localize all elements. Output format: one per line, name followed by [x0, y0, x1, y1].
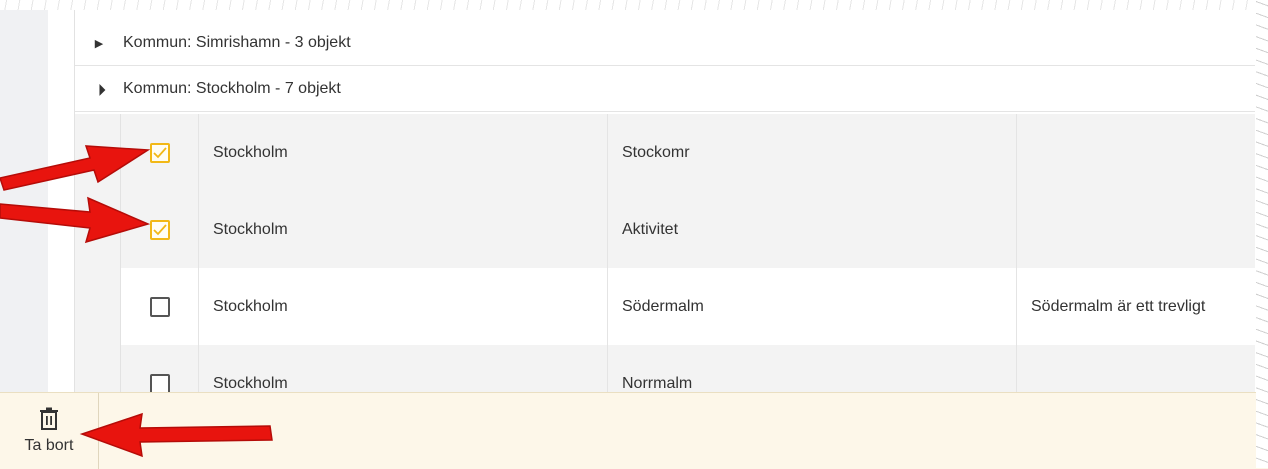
delete-button-label: Ta bort [24, 437, 74, 454]
annotation-arrow-2 [0, 196, 151, 244]
cell-description: Södermalm är ett trevligt [1031, 297, 1206, 315]
annotation-arrow-3 [79, 412, 273, 458]
group-row-simrishamn[interactable]: ▶ Kommun: Simrishamn - 3 objekt [75, 21, 1255, 66]
table-row[interactable]: Stockholm Aktivitet [121, 191, 1255, 268]
trash-icon [40, 407, 58, 430]
row-select-cell[interactable] [121, 268, 199, 345]
caret-right-icon[interactable]: ▶ [75, 37, 123, 50]
cell-description [1017, 191, 1255, 268]
annotation-arrow-1 [0, 145, 151, 191]
group-row-stockholm[interactable]: ◢ Kommun: Stockholm - 7 objekt [75, 67, 1255, 112]
cell-description [1017, 114, 1255, 191]
row-checkbox[interactable] [149, 296, 170, 317]
table-row[interactable]: Stockholm Södermalm Södermalm är ett tre… [121, 268, 1255, 345]
cell-kommun: Stockholm [199, 191, 608, 268]
cell-name: Stockomr [608, 114, 1017, 191]
cell-name: Södermalm [608, 268, 1017, 345]
cell-name: Aktivitet [608, 191, 1017, 268]
caret-down-icon[interactable]: ◢ [77, 67, 120, 110]
cell-kommun: Stockholm [199, 114, 608, 191]
torn-edge-right [1256, 0, 1268, 468]
torn-edge-top [0, 0, 1268, 10]
group-label: Kommun: Simrishamn - 3 objekt [123, 34, 351, 51]
group-label: Kommun: Stockholm - 7 objekt [123, 80, 341, 97]
cell-kommun: Stockholm [199, 268, 608, 345]
table-row[interactable]: Stockholm Stockomr [121, 114, 1255, 191]
row-checkbox[interactable] [149, 373, 170, 394]
